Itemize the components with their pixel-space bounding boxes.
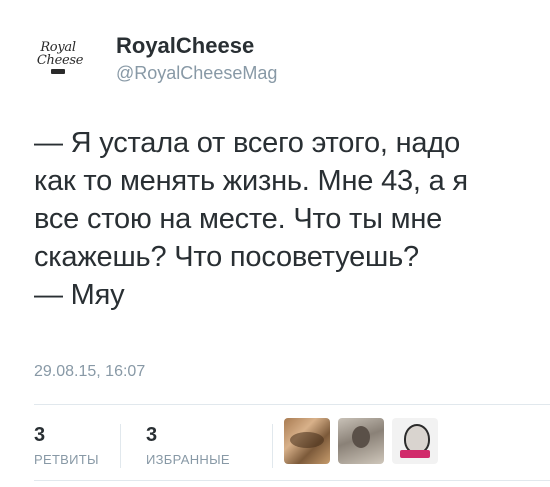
stat-divider <box>272 424 273 468</box>
retweets-count: 3 <box>34 424 46 446</box>
favorites-count: 3 <box>146 424 158 446</box>
favorites-label: ИЗБРАННЫЕ <box>146 452 230 467</box>
tweet-text: — Я устала от всего этого, надо как то м… <box>34 124 534 314</box>
retweets-label: РЕТВИТЫ <box>34 452 99 467</box>
divider <box>34 404 550 405</box>
favorited-by-avatars <box>284 418 438 464</box>
divider <box>34 480 550 481</box>
tweet-text-line: — Я устала от всего этого, надо <box>34 127 461 159</box>
favorites-stat[interactable]: 3 ИЗБРАННЫЕ <box>146 424 230 467</box>
user-handle[interactable]: @RoyalCheeseMag <box>116 62 277 84</box>
favoriter-avatar[interactable] <box>338 418 384 464</box>
favoriter-avatar[interactable] <box>392 418 438 464</box>
tweet-text-line: все стою на месте. Что ты мне <box>34 203 443 235</box>
profile-avatar[interactable]: Royal Cheese <box>24 26 92 88</box>
tweet-text-line: скажешь? Что посоветуешь? <box>34 241 419 273</box>
logo-mark-icon <box>51 68 65 74</box>
avatar-logo-line1: Royal <box>40 39 76 55</box>
display-name[interactable]: RoyalCheese <box>116 34 277 58</box>
tweet-text-line: как то менять жизнь. Мне 43, а я <box>34 165 468 197</box>
retweets-stat[interactable]: 3 РЕТВИТЫ <box>34 424 99 467</box>
avatar-logo-line2: Cheese <box>36 52 84 68</box>
tweet-card: Royal Cheese RoyalCheese @RoyalCheeseMag… <box>0 0 550 487</box>
favoriter-avatar[interactable] <box>284 418 330 464</box>
user-names: RoyalCheese @RoyalCheeseMag <box>116 34 277 84</box>
stat-divider <box>120 424 121 468</box>
tweet-timestamp[interactable]: 29.08.15, 16:07 <box>34 363 145 381</box>
tweet-text-line: — Мяу <box>34 279 125 311</box>
